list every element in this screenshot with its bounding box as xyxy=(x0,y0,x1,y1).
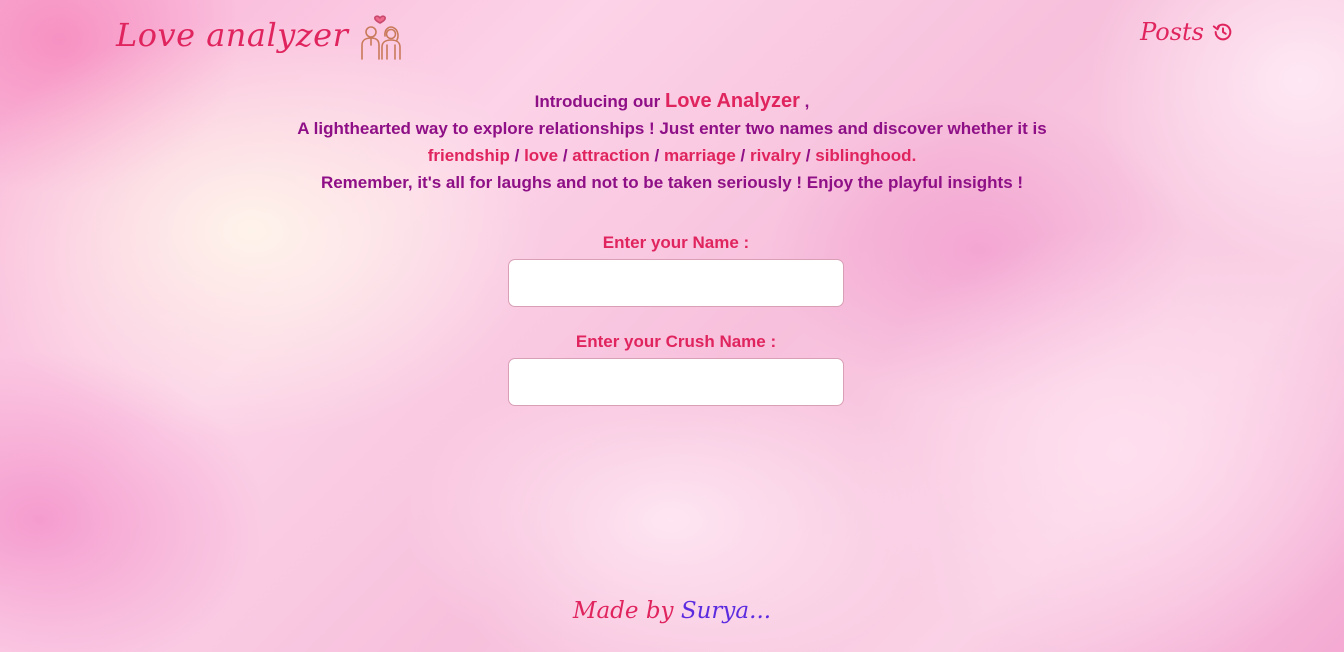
author-name: Surya... xyxy=(680,598,772,624)
couple-icon xyxy=(361,15,402,60)
category-siblinghood: siblinghood xyxy=(815,146,912,165)
category-marriage: marriage xyxy=(663,146,736,165)
intro-comma: , xyxy=(804,92,810,111)
category-friendship: friendship xyxy=(427,146,510,165)
footer: Made by Surya... xyxy=(0,598,1344,624)
period: . xyxy=(911,146,917,165)
posts-label: Posts xyxy=(1140,18,1204,46)
separator: / xyxy=(514,146,520,165)
category-attraction: attraction xyxy=(572,146,650,165)
intro-line-4: Remember, it's all for laughs and not to… xyxy=(320,173,1024,192)
name-label: Enter your Name : xyxy=(602,233,750,252)
separator: / xyxy=(562,146,568,165)
intro-prefix: Introducing our xyxy=(534,92,661,111)
posts-link[interactable]: Posts xyxy=(1140,18,1234,46)
crush-field-group: Enter your Crush Name : xyxy=(508,332,844,406)
crush-name-label: Enter your Crush Name : xyxy=(575,332,777,351)
brand-name: Love Analyzer xyxy=(664,90,800,112)
intro-line-3: friendship / love / attraction / marriag… xyxy=(0,142,1344,169)
intro-text: Introducing our Love Analyzer , A lighth… xyxy=(0,88,1344,196)
separator: / xyxy=(805,146,811,165)
intro-line-2: A lighthearted way to explore relationsh… xyxy=(297,119,1047,138)
separator: / xyxy=(654,146,660,165)
category-rivalry: rivalry xyxy=(750,146,802,165)
name-input[interactable] xyxy=(508,259,844,307)
name-field-group: Enter your Name : xyxy=(508,233,844,307)
separator: / xyxy=(740,146,746,165)
logo[interactable]: Love analyzer xyxy=(116,6,404,64)
made-by-text: Made by xyxy=(572,598,674,624)
crush-name-input[interactable] xyxy=(508,358,844,406)
intro-line-1: Introducing our Love Analyzer , xyxy=(0,88,1344,115)
category-love: love xyxy=(524,146,559,165)
logo-text: Love analyzer xyxy=(116,16,349,54)
history-icon xyxy=(1212,23,1232,41)
